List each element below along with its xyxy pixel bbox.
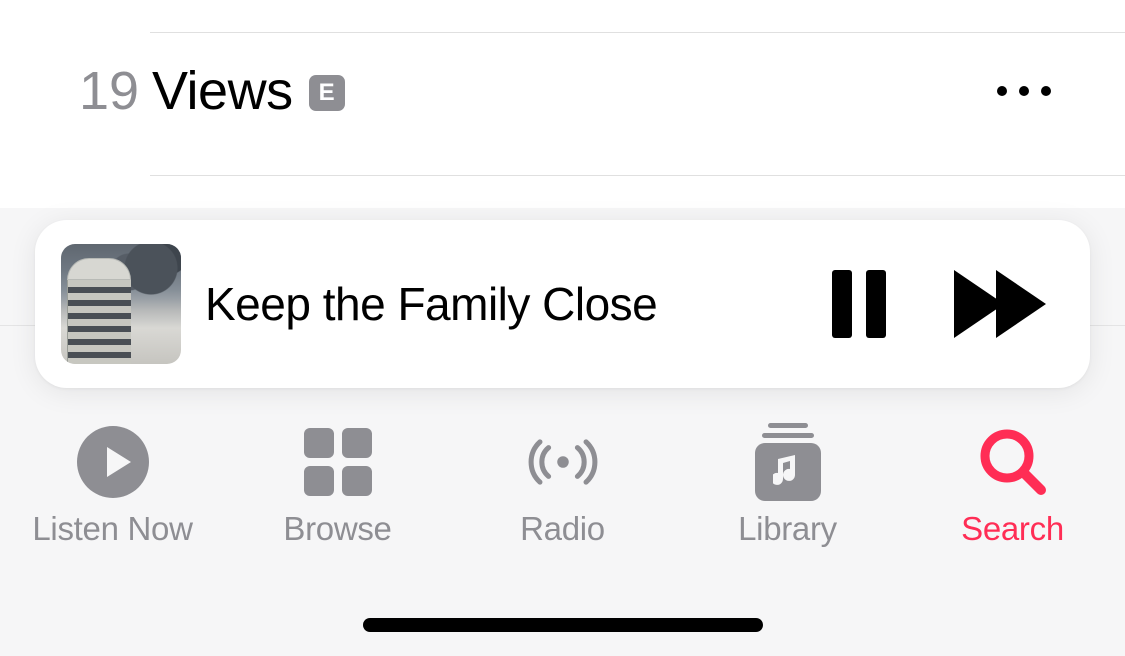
explicit-badge: E: [309, 75, 345, 111]
pause-button[interactable]: [832, 270, 886, 338]
tab-label: Library: [738, 510, 837, 548]
tab-bar: Listen Now Browse Radio: [0, 420, 1125, 580]
grid-icon: [302, 426, 374, 498]
library-icon: [752, 426, 824, 498]
now-playing-title: Keep the Family Close: [205, 277, 832, 331]
track-number: 19: [68, 60, 150, 122]
tab-label: Listen Now: [32, 510, 192, 548]
play-circle-icon: [77, 426, 149, 498]
tab-listen-now[interactable]: Listen Now: [0, 426, 225, 548]
track-row[interactable]: 19 Views E: [0, 0, 1125, 175]
next-track-button[interactable]: [954, 270, 1046, 338]
divider: [150, 175, 1125, 176]
album-art: [61, 244, 181, 364]
tab-radio[interactable]: Radio: [450, 426, 675, 548]
track-more-button[interactable]: [997, 86, 1057, 96]
tab-label: Search: [961, 510, 1064, 548]
tab-search[interactable]: Search: [900, 426, 1125, 548]
now-playing-bar[interactable]: Keep the Family Close: [35, 220, 1090, 388]
tab-library[interactable]: Library: [675, 426, 900, 548]
tab-browse[interactable]: Browse: [225, 426, 450, 548]
tab-label: Radio: [520, 510, 605, 548]
tab-label: Browse: [283, 510, 391, 548]
track-title: Views: [152, 60, 293, 122]
search-icon: [977, 426, 1049, 498]
radio-waves-icon: [527, 426, 599, 498]
home-indicator[interactable]: [363, 618, 763, 632]
